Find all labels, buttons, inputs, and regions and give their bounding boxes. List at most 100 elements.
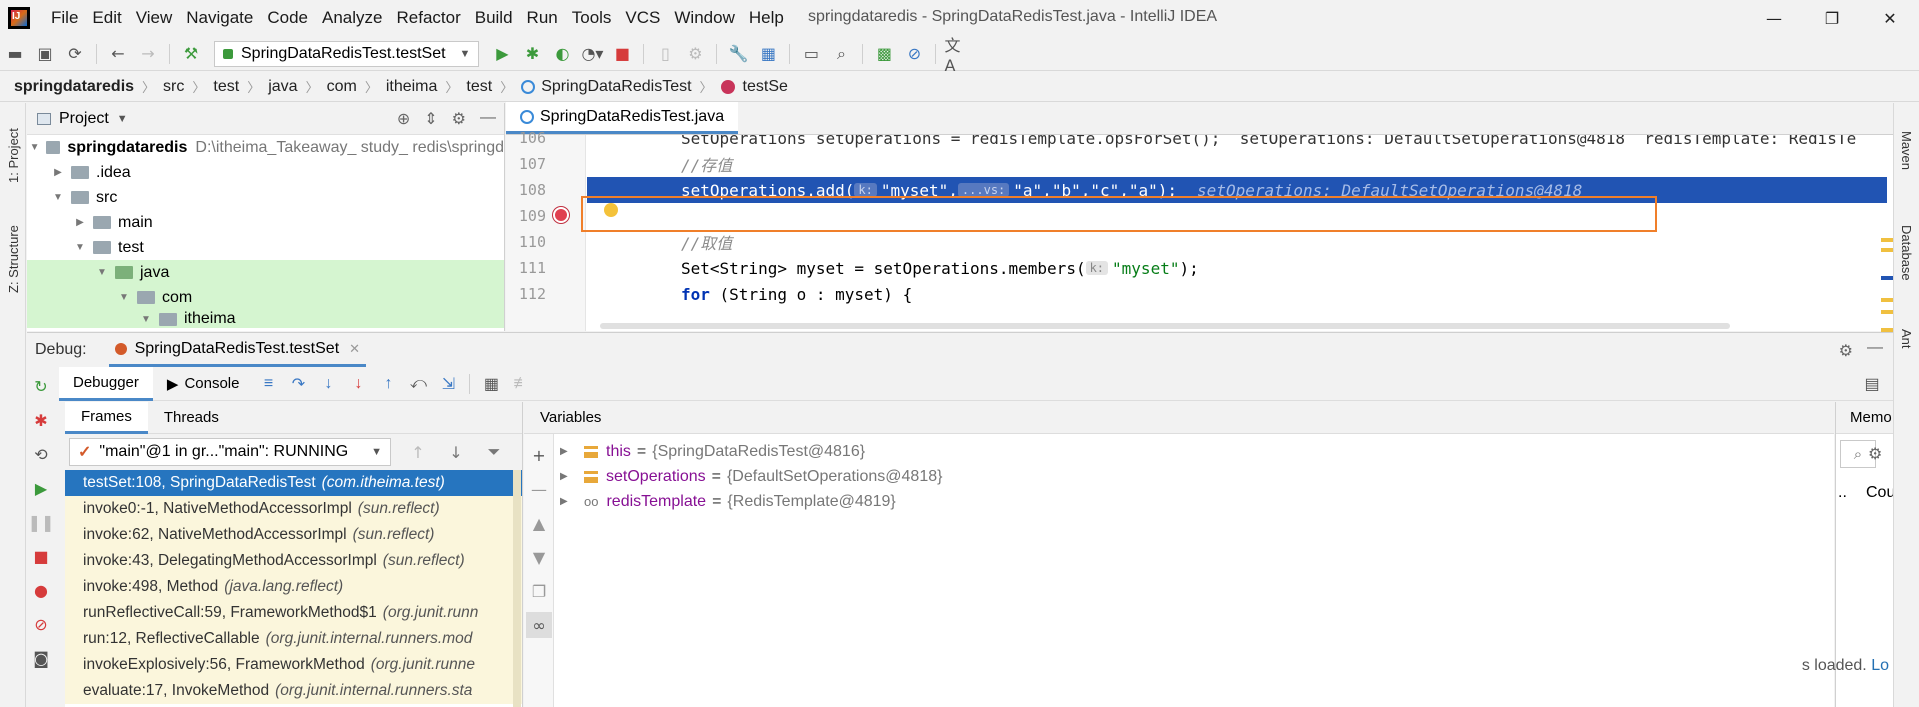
menu-analyze[interactable]: Analyze: [315, 8, 389, 28]
expand-arrow-icon[interactable]: ▶: [51, 167, 65, 178]
step-into-icon[interactable]: ↓: [315, 371, 341, 397]
stop-icon[interactable]: ■: [609, 41, 635, 67]
menu-build[interactable]: Build: [468, 8, 520, 28]
stack-frame[interactable]: invokeExplosively:56, FrameworkMethod (or…: [65, 652, 522, 678]
gear-icon[interactable]: ⚙: [1839, 341, 1853, 361]
step-out-icon[interactable]: ↑: [375, 371, 401, 397]
down-arrow-icon[interactable]: ↓: [445, 443, 467, 462]
breadcrumb-test-pkg[interactable]: test: [466, 78, 492, 96]
add-watch-icon[interactable]: +: [526, 442, 552, 468]
force-step-into-icon[interactable]: ↓: [345, 371, 371, 397]
rerun-icon[interactable]: ↻: [28, 373, 54, 399]
copy-icon[interactable]: ❐: [526, 578, 552, 604]
project-panel-title[interactable]: Project: [59, 110, 109, 128]
breadcrumb-src[interactable]: src: [163, 78, 184, 96]
menu-refactor[interactable]: Refactor: [389, 8, 467, 28]
breadcrumb-project[interactable]: springdataredis: [14, 78, 134, 96]
lightbulb-icon[interactable]: [604, 203, 618, 217]
gear-icon[interactable]: ⚙: [452, 109, 466, 129]
stack-frame[interactable]: invoke:43, DelegatingMethodAccessorImpl (…: [65, 548, 522, 574]
structure-tool-tab[interactable]: Z: Structure: [6, 225, 21, 293]
show-watches-icon[interactable]: ∞: [526, 612, 552, 638]
tree-item-root[interactable]: ▼ springdataredis D:\itheima_Takeaway_ s…: [27, 135, 504, 160]
translate-icon[interactable]: 文A: [944, 36, 970, 75]
expand-arrow-icon[interactable]: ▶: [560, 446, 574, 457]
stack-frame[interactable]: invoke:498, Method (java.lang.reflect): [65, 574, 522, 600]
locate-icon[interactable]: ⊕: [397, 109, 410, 129]
move-down-icon[interactable]: ▼: [526, 544, 552, 570]
terminal-window-icon[interactable]: ▭: [798, 41, 824, 67]
stack-frame[interactable]: invoke0:-1, NativeMethodAccessorImpl (sun…: [65, 496, 522, 522]
memory-title[interactable]: Memo: [1850, 409, 1892, 426]
expand-arrow-icon[interactable]: ▼: [51, 192, 65, 203]
breakpoint-icon[interactable]: [553, 207, 569, 223]
project-structure-icon[interactable]: ▦: [755, 41, 781, 67]
debug-icon[interactable]: ✱: [519, 41, 545, 67]
breadcrumb-test[interactable]: test: [213, 78, 239, 96]
horizontal-scrollbar[interactable]: [600, 323, 1730, 329]
profile-icon[interactable]: ◔▾: [579, 41, 605, 67]
stack-frame[interactable]: invoke:62, NativeMethodAccessorImpl (sun.…: [65, 522, 522, 548]
stack-frame[interactable]: runReflectiveCall:59, FrameworkMethod$1 (…: [65, 600, 522, 626]
expand-arrow-icon[interactable]: ▶: [73, 217, 87, 228]
menu-tools[interactable]: Tools: [565, 8, 619, 28]
editor-gutter[interactable]: 106 107 108 109 110 111 112: [506, 129, 586, 331]
chevron-down-icon[interactable]: ▼: [117, 113, 128, 125]
frames-scrollbar[interactable]: [513, 470, 521, 707]
search-icon[interactable]: ⌕: [828, 41, 854, 67]
tree-item-idea[interactable]: ▶ .idea: [27, 160, 504, 185]
coverage-icon[interactable]: ◐: [549, 41, 575, 67]
tree-item-main[interactable]: ▶ main: [27, 210, 504, 235]
modify-run-icon[interactable]: ⟲: [28, 441, 54, 467]
menu-window[interactable]: Window: [667, 8, 741, 28]
memory-count-column[interactable]: Count: [1866, 484, 1893, 502]
wrench-settings-icon[interactable]: 🔧: [725, 41, 751, 67]
run-to-cursor-icon[interactable]: ⇲: [435, 371, 461, 397]
stack-frame[interactable]: evaluate:17, InvokeMethod (org.junit.inte…: [65, 678, 522, 704]
breadcrumb-java[interactable]: java: [268, 78, 297, 96]
up-arrow-icon[interactable]: ↑: [407, 443, 429, 462]
tree-item-test[interactable]: ▼ test: [27, 235, 504, 260]
evaluate-expression-icon[interactable]: ▦: [478, 371, 504, 397]
breadcrumb-com[interactable]: com: [327, 78, 357, 96]
tree-item-itheima[interactable]: ▼ itheima: [27, 310, 504, 328]
code-area[interactable]: SetOperations setOperations = redisTempl…: [587, 135, 1893, 331]
forward-icon[interactable]: →: [135, 41, 161, 67]
hide-icon[interactable]: —: [1867, 339, 1883, 357]
menu-file[interactable]: File: [44, 8, 85, 28]
breadcrumb-itheima[interactable]: itheima: [386, 78, 438, 96]
view-breakpoints-icon[interactable]: ●: [28, 577, 54, 603]
step-over-icon[interactable]: ↷: [285, 371, 311, 397]
menu-code[interactable]: Code: [260, 8, 315, 28]
remove-icon[interactable]: —: [526, 476, 552, 502]
collapse-all-icon[interactable]: ⇕: [424, 109, 437, 129]
minimize-button[interactable]: —: [1745, 0, 1803, 36]
expand-arrow-icon[interactable]: ▼: [73, 242, 87, 253]
gear-icon[interactable]: ⚙: [1868, 444, 1882, 463]
run-configuration-select[interactable]: SpringDataRedisTest.testSet ▼: [214, 40, 480, 67]
stack-frame[interactable]: run:12, ReflectiveCallable (org.junit.int…: [65, 626, 522, 652]
variable-row-this[interactable]: ▶ this = {SpringDataRedisTest@4816}: [554, 439, 865, 464]
menu-vcs[interactable]: VCS: [618, 8, 667, 28]
menu-help[interactable]: Help: [742, 8, 791, 28]
expand-arrow-icon[interactable]: ▼: [117, 292, 131, 303]
camera-icon[interactable]: ◙: [28, 645, 54, 671]
tab-frames[interactable]: Frames: [65, 401, 148, 434]
maven-tool-tab[interactable]: Maven: [1899, 131, 1914, 170]
avd-icon[interactable]: ⚙: [682, 41, 708, 67]
breadcrumb-class[interactable]: SpringDataRedisTest: [541, 78, 691, 96]
maximize-button[interactable]: ❐: [1803, 0, 1861, 36]
tree-item-com[interactable]: ▼ com: [27, 285, 504, 310]
breadcrumb-method[interactable]: testSe: [743, 78, 788, 96]
activity-monitor-icon[interactable]: ▩: [871, 41, 897, 67]
expand-arrow-icon[interactable]: ▶: [560, 471, 574, 482]
tab-console[interactable]: ▶ Console: [153, 367, 254, 401]
tab-debugger[interactable]: Debugger: [59, 366, 153, 401]
tree-item-src[interactable]: ▼ src: [27, 185, 504, 210]
tree-item-java[interactable]: ▼ java: [27, 260, 504, 285]
trace-stream-icon[interactable]: ≢: [508, 371, 534, 397]
back-icon[interactable]: ←: [105, 41, 131, 67]
menu-view[interactable]: View: [129, 8, 180, 28]
stack-frame[interactable]: testSet:108, SpringDataRedisTest (com.ith…: [65, 470, 522, 496]
expand-arrow-icon[interactable]: ▼: [139, 314, 153, 325]
